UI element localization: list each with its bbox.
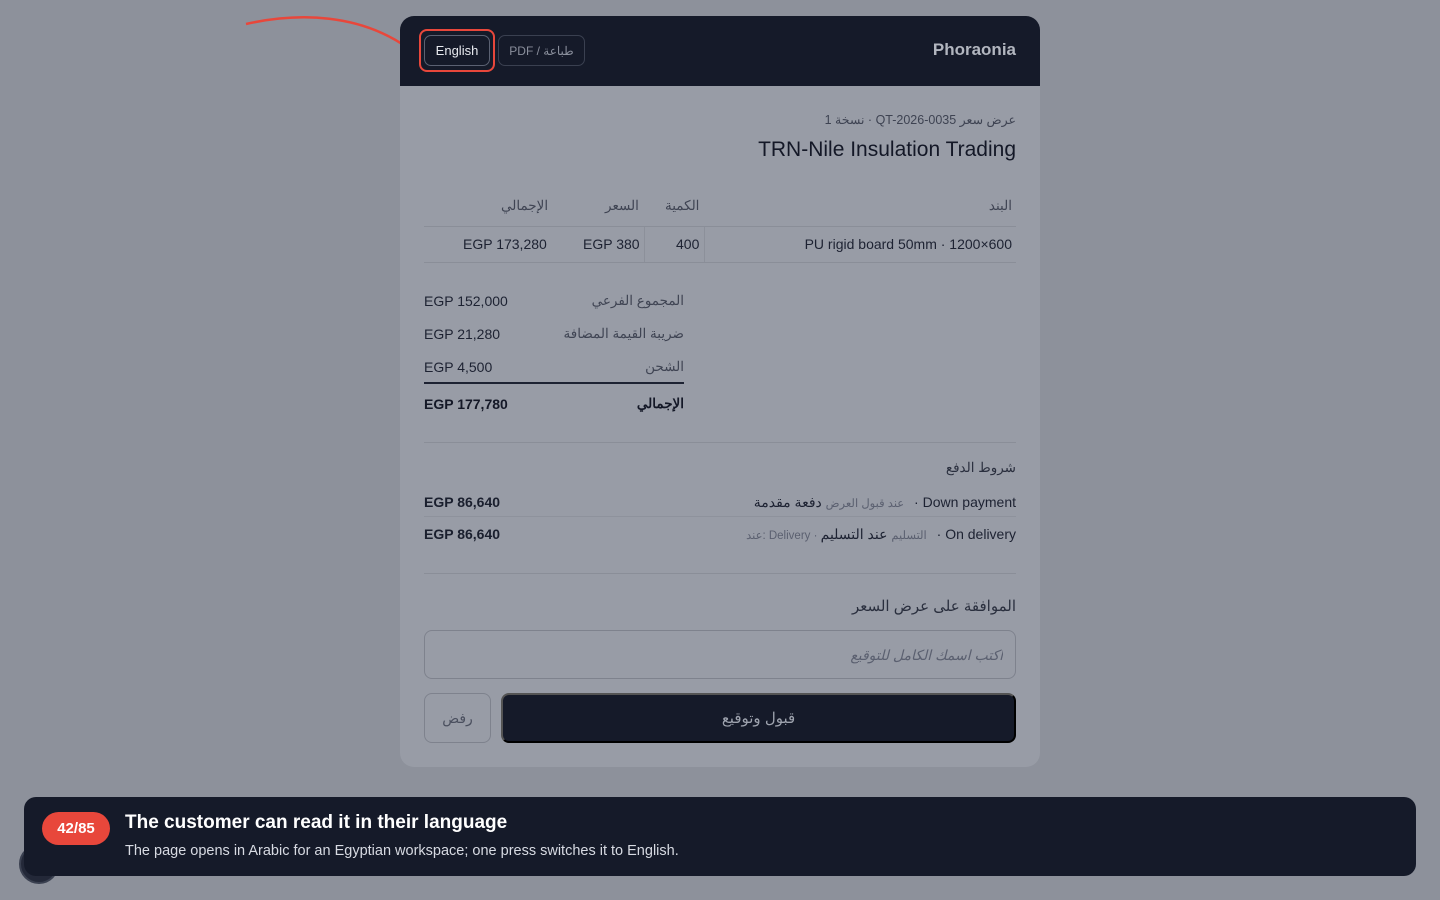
brand-name: Phoraonia xyxy=(932,40,1016,59)
section-divider xyxy=(424,442,1016,443)
print-pdf-button[interactable]: PDF / طباعة xyxy=(498,35,585,66)
payment-description: عند: Delivery · التسليم عند التسليم · On… xyxy=(746,526,1016,543)
cell-divider xyxy=(644,227,645,263)
table-divider xyxy=(424,226,1016,227)
payment-description: عند قبول العرض دفعة مقدمة · Down payment xyxy=(754,494,1016,511)
tutorial-toast: 42/85 The customer can read it in their … xyxy=(24,797,1416,876)
shipping-label: الشحن xyxy=(645,359,684,374)
payment-terms-title: شروط الدفع xyxy=(945,460,1016,475)
table-bottom-border xyxy=(424,262,1016,263)
signature-input[interactable] xyxy=(425,631,1015,678)
table-header-item: البند xyxy=(988,198,1012,213)
subtotal-label: المجموع الفرعي xyxy=(591,293,684,308)
shipping-value: EGP 4,500 xyxy=(424,359,493,375)
total-divider xyxy=(424,382,684,384)
cell-divider xyxy=(704,227,705,263)
reject-button[interactable]: رفض xyxy=(424,693,491,743)
quote-card: English PDF / طباعة Phoraonia عرض سعر QT… xyxy=(400,16,1040,767)
table-header-qty: الكمية xyxy=(665,198,700,213)
accept-sign-button[interactable]: قبول وتوقيع xyxy=(501,693,1016,743)
step-counter-badge: 42/85 xyxy=(42,812,110,845)
payment-amount: EGP 86,640 xyxy=(424,494,501,510)
table-header-total: الإجمالي xyxy=(501,198,549,213)
row-price: EGP 380 xyxy=(583,236,640,252)
table-header-price: السعر xyxy=(605,198,639,213)
payment-amount: EGP 86,640 xyxy=(424,526,501,542)
vat-value: EGP 21,280 xyxy=(424,326,501,342)
quote-meta: عرض سعر QT-2026-0035 · نسخة 1 xyxy=(824,113,1016,127)
payment-note: عند قبول العرض xyxy=(825,498,905,510)
row-qty: 400 xyxy=(676,236,700,252)
row-item: PU rigid board 50mm · 1200×600 xyxy=(804,236,1012,252)
subtotal-value: EGP 152,000 xyxy=(424,293,508,309)
signature-field xyxy=(424,630,1016,679)
highlight-box xyxy=(419,29,495,72)
list-divider xyxy=(424,516,1016,517)
acceptance-title: الموافقة على عرض السعر xyxy=(851,598,1016,615)
vat-label: ضريبة القيمة المضافة xyxy=(563,326,684,341)
card-header: English PDF / طباعة Phoraonia xyxy=(400,16,1040,86)
total-label: الإجمالي xyxy=(636,396,684,411)
row-total: EGP 173,280 xyxy=(463,236,547,252)
customer-name: TRN-Nile Insulation Trading xyxy=(758,138,1016,161)
section-divider xyxy=(424,573,1016,574)
toast-title: The customer can read it in their langua… xyxy=(125,812,508,833)
toast-subtitle: The page opens in Arabic for an Egyptian… xyxy=(125,843,679,859)
total-value: EGP 177,780 xyxy=(424,396,508,412)
